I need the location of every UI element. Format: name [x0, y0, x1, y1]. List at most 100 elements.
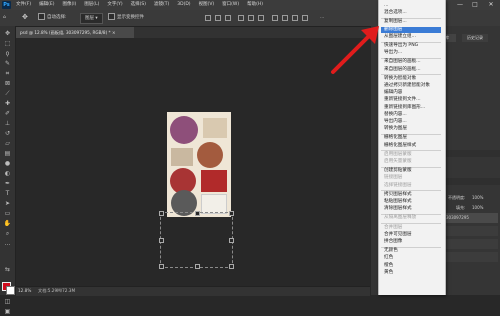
context-menu-item[interactable]: 混合选项...	[384, 10, 407, 16]
zoom-tool-icon[interactable]: ⌕	[3, 230, 12, 238]
lasso-tool-icon[interactable]: ϙ	[3, 50, 12, 58]
menu-edit[interactable]: 编辑(E)	[39, 0, 54, 10]
transform-bounding-box[interactable]	[159, 211, 234, 269]
move-tool-icon[interactable]: ✥	[3, 30, 12, 38]
panel-tab-history[interactable]: 历史记录	[462, 34, 488, 42]
path-select-tool-icon[interactable]: ➤	[3, 200, 12, 208]
transform-handle[interactable]	[229, 238, 234, 243]
menu-window[interactable]: 窗口(W)	[222, 0, 239, 10]
gradient-tool-icon[interactable]: ▤	[3, 150, 12, 158]
document-tab[interactable]: psd @ 12.8% (画板组, 303097295, RGB/8) * ×	[16, 27, 134, 38]
maximize-button[interactable]: □	[470, 0, 480, 10]
context-menu-item[interactable]: 导出内容...	[384, 119, 407, 125]
layer-row[interactable]	[440, 226, 498, 236]
pen-tool-icon[interactable]: ✒	[3, 180, 12, 188]
opacity-value[interactable]: 100%	[472, 195, 483, 200]
context-menu-item[interactable]: 拷贝图层样式	[384, 192, 412, 198]
auto-select-checkbox[interactable]	[38, 13, 45, 20]
align-top-icon[interactable]	[238, 15, 244, 21]
eraser-tool-icon[interactable]: ▱	[3, 140, 12, 148]
context-menu-item[interactable]: 重新链接到库图形...	[384, 105, 425, 111]
artboard[interactable]	[167, 112, 231, 217]
context-menu-item[interactable]: 导出为...	[384, 50, 402, 56]
menu-image[interactable]: 图像(I)	[62, 0, 76, 10]
context-menu-item[interactable]: 替换内容...	[384, 112, 407, 118]
align-center-icon[interactable]	[215, 15, 221, 21]
home-icon[interactable]: ⌂	[3, 13, 6, 22]
brush-tool-icon[interactable]: ✐	[3, 110, 12, 118]
fill-value[interactable]: 100%	[472, 205, 483, 210]
context-menu-item[interactable]: 转换为图层	[384, 126, 407, 132]
context-menu-item[interactable]: 橙色	[384, 263, 393, 269]
context-menu-item[interactable]: 从图层建立组...	[384, 34, 416, 40]
zoom-level[interactable]: 12.8%	[18, 287, 31, 294]
frame-tool-icon[interactable]: ⊠	[3, 80, 12, 88]
more-options[interactable]: ...	[320, 13, 324, 22]
context-menu-item[interactable]: 来自图层的画框...	[384, 67, 421, 73]
history-brush-tool-icon[interactable]: ↺	[3, 130, 12, 138]
context-menu-item[interactable]: 删除图层	[381, 26, 441, 33]
clone-stamp-tool-icon[interactable]: ⊥	[3, 120, 12, 128]
context-menu-item[interactable]: 黄色	[384, 270, 393, 276]
context-menu-item[interactable]: 编辑内容	[384, 90, 402, 96]
transform-handle[interactable]	[159, 264, 164, 269]
eyedropper-tool-icon[interactable]: ⟋	[3, 90, 12, 98]
context-menu-item[interactable]: 无颜色	[384, 248, 398, 254]
layer-row[interactable]	[440, 252, 498, 262]
more-tools-icon[interactable]: …	[3, 240, 12, 248]
menu-select[interactable]: 选择(S)	[131, 0, 146, 10]
context-menu-item[interactable]: 红色	[384, 255, 393, 261]
quick-mask-icon[interactable]: ◫	[3, 298, 12, 306]
context-menu-item[interactable]: 拼合图像	[384, 239, 402, 245]
context-menu-item[interactable]: ...	[384, 3, 388, 9]
auto-select-option[interactable]: 自动选择:	[38, 13, 67, 22]
menu-3d[interactable]: 3D(D)	[177, 0, 190, 10]
show-transform-checkbox[interactable]	[108, 13, 115, 20]
transform-handle[interactable]	[195, 211, 200, 216]
menu-layer[interactable]: 图层(L)	[84, 0, 99, 10]
rectangle-tool-icon[interactable]: ▭	[3, 210, 12, 218]
context-menu-item[interactable]: 重新链接到文件...	[384, 97, 421, 103]
align-left-icon[interactable]	[205, 15, 211, 21]
context-menu-item[interactable]: 转换为智能对象	[384, 76, 416, 82]
context-menu-item[interactable]: 复制图层...	[384, 19, 407, 25]
auto-select-target-select[interactable]: 图层 ▾	[80, 13, 103, 24]
transform-handle[interactable]	[159, 211, 164, 216]
hand-tool-icon[interactable]: ✋	[3, 220, 12, 228]
minimize-button[interactable]: —	[455, 0, 465, 10]
screen-mode-icon[interactable]: ▣	[3, 308, 12, 316]
menu-filter[interactable]: 滤镜(T)	[154, 0, 169, 10]
blur-tool-icon[interactable]: ●	[3, 160, 12, 168]
align-middle-icon[interactable]	[248, 15, 254, 21]
marquee-tool-icon[interactable]: ⬚	[3, 40, 12, 48]
crop-tool-icon[interactable]: ⌗	[3, 70, 12, 78]
context-menu-item[interactable]: 栅格化图层样式	[384, 143, 416, 149]
context-menu-item[interactable]: 来自图层的画板...	[384, 59, 421, 65]
menu-type[interactable]: 文字(Y)	[107, 0, 122, 10]
transform-handle[interactable]	[229, 264, 234, 269]
context-menu-item[interactable]: 合并可见图层	[384, 232, 412, 238]
healing-brush-tool-icon[interactable]: ✚	[3, 100, 12, 108]
move-tool-icon[interactable]: ✥	[22, 13, 28, 22]
context-menu-item[interactable]: 栅格化图层	[384, 135, 407, 141]
dodge-tool-icon[interactable]: ◐	[3, 170, 12, 178]
close-tab-icon[interactable]: ×	[112, 30, 116, 35]
context-menu-item[interactable]: 粘贴图层样式	[384, 199, 412, 205]
align-right-icon[interactable]	[225, 15, 231, 21]
show-transform-option[interactable]: 显示变换控件	[108, 13, 144, 22]
context-menu-item[interactable]: 清除图层样式	[384, 206, 412, 212]
context-menu-item[interactable]: 快速导出为 PNG	[384, 43, 418, 49]
type-tool-icon[interactable]: T	[3, 190, 12, 198]
distribute-4-icon[interactable]	[302, 15, 308, 21]
swap-colors-icon[interactable]: ⇆	[3, 266, 12, 274]
layer-row[interactable]: 303097295	[440, 213, 498, 223]
distribute-2-icon[interactable]	[282, 15, 288, 21]
menu-view[interactable]: 视图(V)	[199, 0, 215, 10]
distribute-3-icon[interactable]	[292, 15, 298, 21]
transform-handle[interactable]	[195, 264, 200, 269]
close-window-button[interactable]: ✕	[486, 0, 496, 10]
menu-file[interactable]: 文件(F)	[16, 0, 31, 10]
context-menu-item[interactable]: 通过拷贝新建智能对象	[384, 83, 430, 89]
layer-row[interactable]	[440, 239, 498, 249]
transform-handle[interactable]	[159, 238, 164, 243]
